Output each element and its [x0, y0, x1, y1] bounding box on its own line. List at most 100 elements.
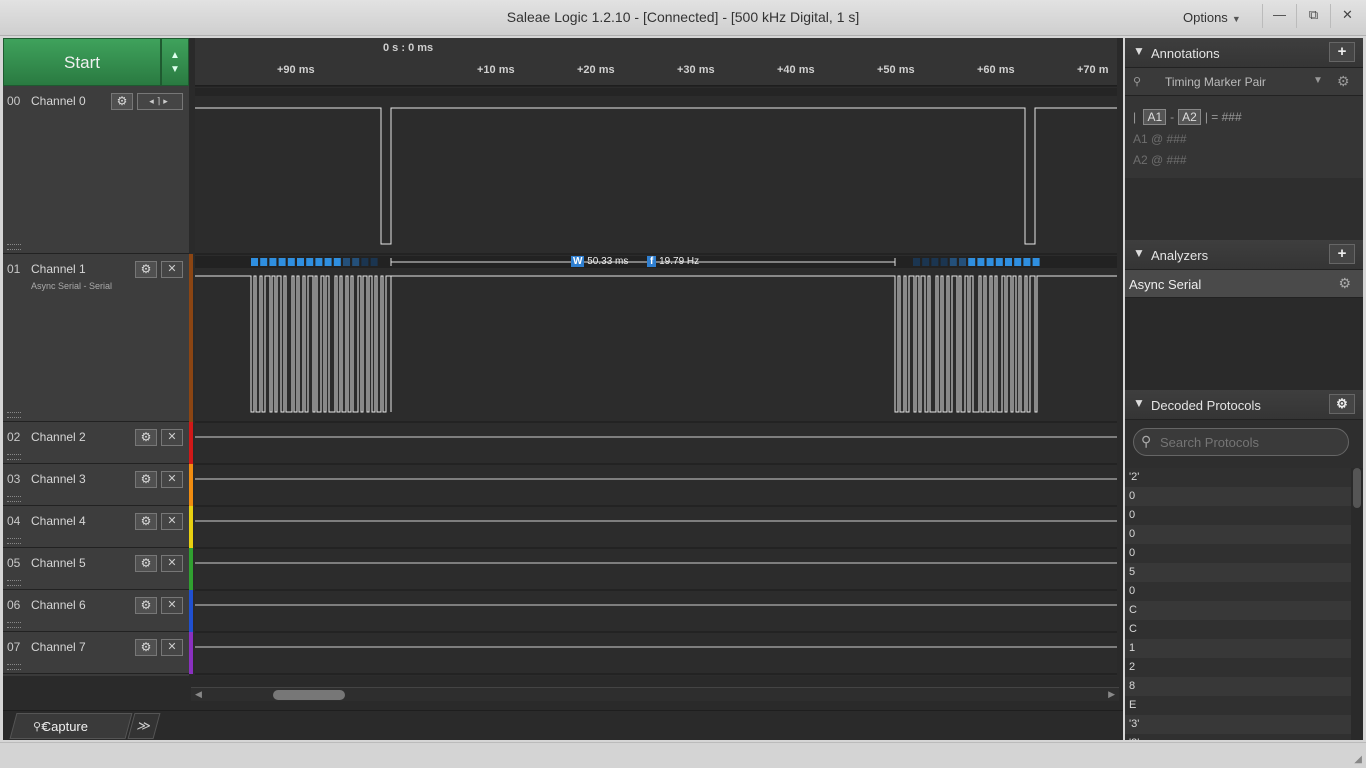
drag-handle-icon[interactable]	[7, 496, 21, 502]
gear-icon[interactable]: ⚙	[135, 555, 157, 572]
analyzer-item[interactable]: Async Serial ⚙	[1125, 270, 1363, 298]
options-label[interactable]: Options	[1183, 10, 1228, 25]
waveform-canvas[interactable]	[195, 86, 1117, 676]
close-icon[interactable]: ✕	[161, 639, 183, 656]
channel-number: 07	[7, 640, 21, 654]
channel-name[interactable]: Channel 2	[31, 430, 86, 444]
decoded-row[interactable]: C	[1125, 620, 1351, 639]
channel-1-waveform	[195, 275, 1117, 413]
channel-row[interactable]: 05 Channel 5 ⚙ ✕	[3, 548, 189, 590]
start-options-button[interactable]: ▲ ▼	[161, 38, 189, 86]
drag-handle-icon[interactable]	[7, 244, 21, 250]
decoded-row[interactable]: '3'	[1125, 734, 1351, 740]
decode-packet-marker	[269, 258, 277, 266]
channel-row[interactable]: 04 Channel 4 ⚙ ✕	[3, 506, 189, 548]
decoded-row[interactable]: 5	[1125, 563, 1351, 582]
gear-icon[interactable]: ⚙	[1337, 73, 1350, 90]
time-ruler[interactable]: 0 s : 0 ms +90 ms +10 ms +20 ms +30 ms +…	[195, 38, 1117, 86]
chevron-down-icon[interactable]: ▼	[1313, 75, 1323, 86]
gear-icon[interactable]: ⚙	[135, 639, 157, 656]
channel-row[interactable]: 02 Channel 2 ⚙ ✕	[3, 422, 189, 464]
gear-icon[interactable]: ⚙	[1338, 275, 1351, 292]
resize-grip-icon[interactable]: ◢	[1354, 754, 1362, 765]
gear-icon[interactable]: ⚙	[1329, 394, 1355, 414]
analyzers-header[interactable]: ▼ Analyzers +	[1125, 240, 1363, 270]
channel-name[interactable]: Channel 1	[31, 262, 86, 276]
decoded-row[interactable]: 2	[1125, 658, 1351, 677]
trigger-edge-icon[interactable]: ◂⌉▸	[137, 93, 183, 110]
analyzers-title: Analyzers	[1151, 248, 1209, 263]
minimize-button[interactable]: —	[1262, 4, 1296, 28]
search-protocols-input[interactable]	[1133, 428, 1349, 456]
gear-icon[interactable]: ⚙	[135, 261, 157, 278]
decoded-row[interactable]: 0	[1125, 544, 1351, 563]
close-icon[interactable]: ✕	[161, 429, 183, 446]
close-icon[interactable]: ✕	[161, 555, 183, 572]
gear-icon[interactable]: ⚙	[135, 429, 157, 446]
decoded-row[interactable]: 0	[1125, 582, 1351, 601]
scrollbar-thumb[interactable]	[273, 690, 345, 700]
gear-icon[interactable]: ⚙	[135, 471, 157, 488]
channel-name[interactable]: Channel 7	[31, 640, 86, 654]
tab-capture[interactable]: Capture	[9, 713, 133, 739]
drag-handle-icon[interactable]	[7, 412, 21, 418]
close-button[interactable]: ✕	[1330, 4, 1364, 28]
channel-row[interactable]: 00 Channel 0 ⚙ ◂⌉▸	[3, 86, 189, 254]
waveform-area[interactable]: 0 s : 0 ms +90 ms +10 ms +20 ms +30 ms +…	[195, 38, 1117, 676]
close-icon[interactable]: ✕	[161, 471, 183, 488]
chevron-down-icon: ▼	[170, 64, 180, 75]
channel-number: 03	[7, 472, 21, 486]
drag-handle-icon[interactable]	[7, 538, 21, 544]
collapse-icon[interactable]: ▼	[1133, 246, 1145, 260]
channel-row[interactable]: 03 Channel 3 ⚙ ✕	[3, 464, 189, 506]
close-icon[interactable]: ✕	[161, 513, 183, 530]
decoded-row[interactable]: '2'	[1125, 468, 1351, 487]
decoded-row[interactable]: 1	[1125, 639, 1351, 658]
annotations-header[interactable]: ▼ Annotations +	[1125, 38, 1363, 68]
timing-marker-row[interactable]: ⚲ Timing Marker Pair ▼ ⚙	[1125, 68, 1363, 96]
decoded-row[interactable]: 0	[1125, 487, 1351, 506]
decode-packet-marker	[333, 258, 341, 266]
a1-marker[interactable]: A1	[1143, 109, 1167, 125]
channel-name[interactable]: Channel 3	[31, 472, 86, 486]
drag-handle-icon[interactable]	[7, 580, 21, 586]
gear-icon[interactable]: ⚙	[135, 597, 157, 614]
add-annotation-button[interactable]: +	[1329, 42, 1355, 62]
close-icon[interactable]: ✕	[161, 597, 183, 614]
decoded-row[interactable]: C	[1125, 601, 1351, 620]
scroll-right-icon[interactable]: ▶	[1108, 689, 1115, 700]
drag-handle-icon[interactable]	[7, 664, 21, 670]
restore-button[interactable]: ⧉	[1296, 4, 1330, 28]
gear-icon[interactable]: ⚙	[135, 513, 157, 530]
horizontal-scrollbar[interactable]: ◀ ▶	[191, 687, 1119, 701]
drag-handle-icon[interactable]	[7, 622, 21, 628]
more-tabs-button[interactable]: ≫	[127, 713, 161, 739]
decoded-row[interactable]: 0	[1125, 506, 1351, 525]
scroll-left-icon[interactable]: ◀	[195, 689, 202, 700]
channel-name[interactable]: Channel 6	[31, 598, 86, 612]
scrollbar-thumb[interactable]	[1353, 468, 1361, 508]
channel-name[interactable]: Channel 4	[31, 514, 86, 528]
channel-name[interactable]: Channel 5	[31, 556, 86, 570]
drag-handle-icon[interactable]	[7, 454, 21, 460]
decoded-list[interactable]: '2'000050CC128E'3''3'	[1125, 468, 1351, 740]
decoded-protocols-header[interactable]: ▼ Decoded Protocols ⚙	[1125, 390, 1363, 420]
close-icon[interactable]: ✕	[161, 261, 183, 278]
collapse-icon[interactable]: ▼	[1133, 396, 1145, 410]
channel-name[interactable]: Channel 0	[31, 94, 86, 108]
a2-marker[interactable]: A2	[1178, 109, 1201, 125]
decoded-row[interactable]: 0	[1125, 525, 1351, 544]
decoded-row[interactable]: '3'	[1125, 715, 1351, 734]
gear-icon[interactable]: ⚙	[111, 93, 133, 110]
vertical-scrollbar[interactable]	[1351, 468, 1363, 740]
channel-row[interactable]: 07 Channel 7 ⚙ ✕	[3, 632, 189, 674]
start-button[interactable]: Start	[3, 38, 161, 86]
channel-row[interactable]: 01 Channel 1 Async Serial - Serial ⚙ ✕	[3, 254, 189, 422]
decode-packet-marker	[343, 258, 350, 266]
options-menu[interactable]: Options ▼	[1183, 10, 1241, 25]
collapse-icon[interactable]: ▼	[1133, 44, 1145, 58]
decoded-row[interactable]: E	[1125, 696, 1351, 715]
decoded-row[interactable]: 8	[1125, 677, 1351, 696]
add-analyzer-button[interactable]: +	[1329, 244, 1355, 264]
channel-row[interactable]: 06 Channel 6 ⚙ ✕	[3, 590, 189, 632]
